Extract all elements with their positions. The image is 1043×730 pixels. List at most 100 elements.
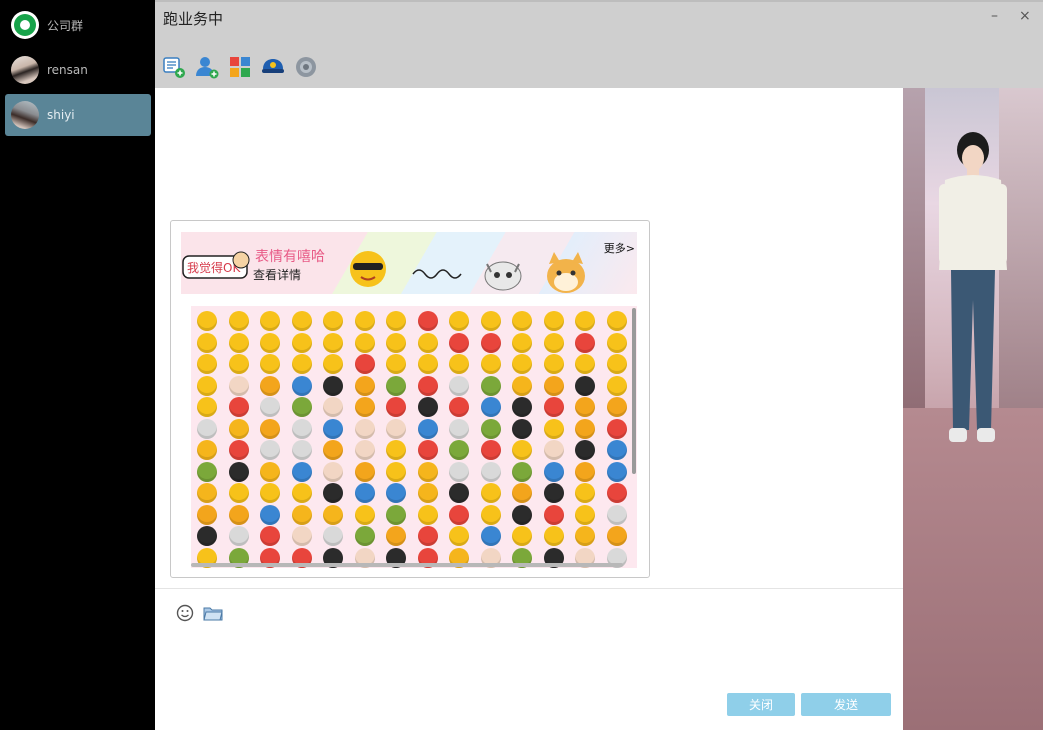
folder-icon[interactable] bbox=[203, 604, 223, 622]
emoji-item[interactable] bbox=[480, 461, 501, 482]
emoji-item[interactable] bbox=[417, 332, 438, 353]
emoji-item[interactable] bbox=[260, 526, 280, 546]
emoji-item[interactable] bbox=[575, 332, 595, 353]
emoji-item[interactable] bbox=[512, 311, 532, 331]
emoji-item[interactable] bbox=[449, 504, 469, 525]
emoji-item[interactable] bbox=[354, 440, 375, 460]
emoji-item[interactable] bbox=[354, 504, 375, 525]
emoji-item[interactable] bbox=[512, 418, 532, 439]
emoji-item[interactable] bbox=[606, 440, 627, 460]
emoji-item[interactable] bbox=[291, 332, 312, 353]
emoji-item[interactable] bbox=[197, 311, 217, 331]
emoji-item[interactable] bbox=[323, 440, 343, 460]
emoji-item[interactable] bbox=[354, 375, 375, 396]
emoji-item[interactable] bbox=[386, 440, 406, 460]
emoji-item[interactable] bbox=[228, 397, 249, 417]
minimize-button[interactable]: – bbox=[991, 8, 998, 24]
emoji-item[interactable] bbox=[417, 440, 438, 460]
emoji-item[interactable] bbox=[480, 354, 501, 374]
emoji-item[interactable] bbox=[480, 397, 501, 417]
emoji-item[interactable] bbox=[480, 375, 501, 396]
emoji-item[interactable] bbox=[197, 418, 217, 439]
emoji-item[interactable] bbox=[260, 397, 280, 417]
emoji-item[interactable] bbox=[291, 526, 312, 546]
emoji-item[interactable] bbox=[354, 311, 375, 331]
emoji-item[interactable] bbox=[323, 354, 343, 374]
emoji-item[interactable] bbox=[197, 354, 217, 374]
contact-item-shiyi[interactable]: shiyi bbox=[5, 94, 151, 136]
emoji-item[interactable] bbox=[354, 397, 375, 417]
emoji-item[interactable] bbox=[386, 397, 406, 417]
emoji-item[interactable] bbox=[291, 397, 312, 417]
emoji-item[interactable] bbox=[260, 418, 280, 439]
horizontal-scrollbar[interactable] bbox=[191, 563, 623, 567]
emoji-item[interactable] bbox=[449, 354, 469, 374]
close-window-button[interactable]: × bbox=[1019, 8, 1031, 24]
emoji-item[interactable] bbox=[386, 375, 406, 396]
emoji-item[interactable] bbox=[480, 504, 501, 525]
emoji-item[interactable] bbox=[575, 397, 595, 417]
emoji-item[interactable] bbox=[480, 526, 501, 546]
emoji-item[interactable] bbox=[417, 483, 438, 503]
emoji-item[interactable] bbox=[512, 354, 532, 374]
add-contact-icon[interactable] bbox=[195, 55, 219, 79]
emoji-item[interactable] bbox=[449, 418, 469, 439]
emoji-item[interactable] bbox=[606, 526, 627, 546]
emoji-item[interactable] bbox=[291, 418, 312, 439]
emoji-item[interactable] bbox=[606, 504, 627, 525]
emoji-item[interactable] bbox=[417, 397, 438, 417]
emoji-item[interactable] bbox=[575, 440, 595, 460]
emoji-item[interactable] bbox=[575, 526, 595, 546]
close-button[interactable]: 关闭 bbox=[727, 693, 795, 716]
emoji-item[interactable] bbox=[197, 483, 217, 503]
emoji-item[interactable] bbox=[323, 311, 343, 331]
emoji-item[interactable] bbox=[543, 504, 564, 525]
contact-item-group[interactable]: 公司群 bbox=[5, 4, 151, 46]
emoji-item[interactable] bbox=[575, 483, 595, 503]
emoji-item[interactable] bbox=[291, 311, 312, 331]
emoji-item[interactable] bbox=[386, 526, 406, 546]
emoji-item[interactable] bbox=[323, 375, 343, 396]
emoji-item[interactable] bbox=[512, 504, 532, 525]
emoji-item[interactable] bbox=[512, 461, 532, 482]
emoji-item[interactable] bbox=[228, 418, 249, 439]
emoji-item[interactable] bbox=[228, 526, 249, 546]
emoji-item[interactable] bbox=[543, 397, 564, 417]
emoji-item[interactable] bbox=[480, 311, 501, 331]
emoji-item[interactable] bbox=[480, 440, 501, 460]
emoji-item[interactable] bbox=[606, 354, 627, 374]
emoji-item[interactable] bbox=[512, 397, 532, 417]
emoji-item[interactable] bbox=[512, 332, 532, 353]
emoji-item[interactable] bbox=[323, 332, 343, 353]
smiley-icon[interactable] bbox=[176, 604, 194, 622]
emoji-item[interactable] bbox=[386, 311, 406, 331]
vertical-scrollbar[interactable] bbox=[632, 308, 636, 474]
emoji-item[interactable] bbox=[260, 354, 280, 374]
emoji-item[interactable] bbox=[480, 483, 501, 503]
emoji-item[interactable] bbox=[575, 375, 595, 396]
emoji-item[interactable] bbox=[480, 418, 501, 439]
emoji-item[interactable] bbox=[543, 526, 564, 546]
emoji-item[interactable] bbox=[291, 354, 312, 374]
emoji-item[interactable] bbox=[197, 504, 217, 525]
emoji-item[interactable] bbox=[512, 483, 532, 503]
emoji-item[interactable] bbox=[323, 526, 343, 546]
emoji-item[interactable] bbox=[417, 311, 438, 331]
emoji-item[interactable] bbox=[228, 332, 249, 353]
emoji-item[interactable] bbox=[228, 504, 249, 525]
emoji-item[interactable] bbox=[543, 418, 564, 439]
emoji-item[interactable] bbox=[449, 461, 469, 482]
emoji-item[interactable] bbox=[543, 332, 564, 353]
emoji-item[interactable] bbox=[449, 332, 469, 353]
emoji-item[interactable] bbox=[354, 332, 375, 353]
emoji-item[interactable] bbox=[449, 311, 469, 331]
emoji-item[interactable] bbox=[417, 418, 438, 439]
emoji-item[interactable] bbox=[260, 311, 280, 331]
emoji-item[interactable] bbox=[606, 483, 627, 503]
emoji-item[interactable] bbox=[197, 375, 217, 396]
emoji-item[interactable] bbox=[449, 483, 469, 503]
emoji-item[interactable] bbox=[543, 483, 564, 503]
emoji-item[interactable] bbox=[386, 461, 406, 482]
contact-item-rensan[interactable]: rensan bbox=[5, 49, 151, 91]
emoji-item[interactable] bbox=[575, 461, 595, 482]
